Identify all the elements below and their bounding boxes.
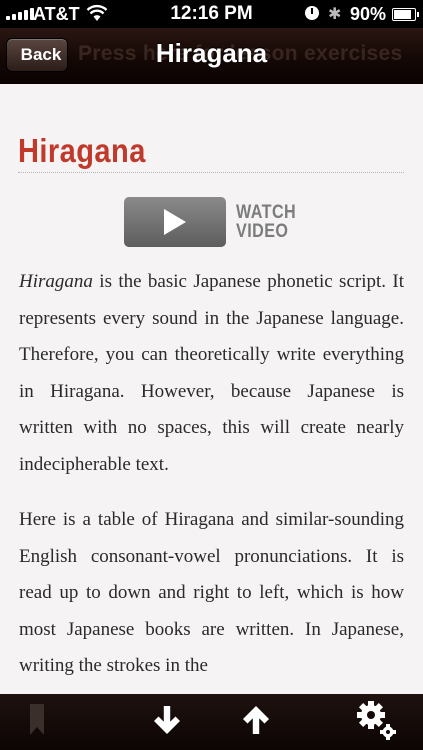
watch-video-label: WATCH VIDEO (236, 203, 296, 241)
watch-label: WATCH (236, 202, 297, 223)
paragraph-table-intro: Here is a table of Hiragana and similar-… (19, 509, 404, 676)
lesson-content[interactable]: Hiragana WATCH VIDEO Hiragana is the bas… (0, 84, 423, 694)
paragraph-intro-text: is the basic Japanese phonetic script. I… (19, 271, 404, 475)
paragraph-intro: Hiragana is the basic Japanese phonetic … (19, 264, 404, 483)
arrow-down-icon[interactable] (149, 702, 185, 740)
bottom-toolbar (0, 694, 423, 750)
play-button[interactable] (124, 197, 226, 247)
settings-icon[interactable] (356, 700, 398, 742)
hiragana-term: Hiragana (19, 271, 93, 292)
bookmark-icon[interactable] (30, 704, 44, 735)
heading-divider (18, 172, 404, 173)
arrow-up-icon[interactable] (238, 702, 274, 740)
battery-icon (392, 8, 419, 21)
alarm-icon (305, 6, 319, 20)
play-icon (164, 209, 186, 235)
bluetooth-icon: ✱ (328, 6, 342, 23)
video-label: VIDEO (236, 221, 289, 242)
battery-percentage: 90% (350, 4, 387, 24)
navigation-bar: Press here for lesson exercises Hiragana… (0, 28, 423, 84)
status-bar: AT&T 12:16 PM ✱ 90% (0, 0, 423, 28)
back-button[interactable]: Back (6, 38, 68, 72)
lesson-heading: Hiragana (18, 132, 146, 169)
watch-video-button[interactable]: WATCH VIDEO (124, 196, 307, 248)
